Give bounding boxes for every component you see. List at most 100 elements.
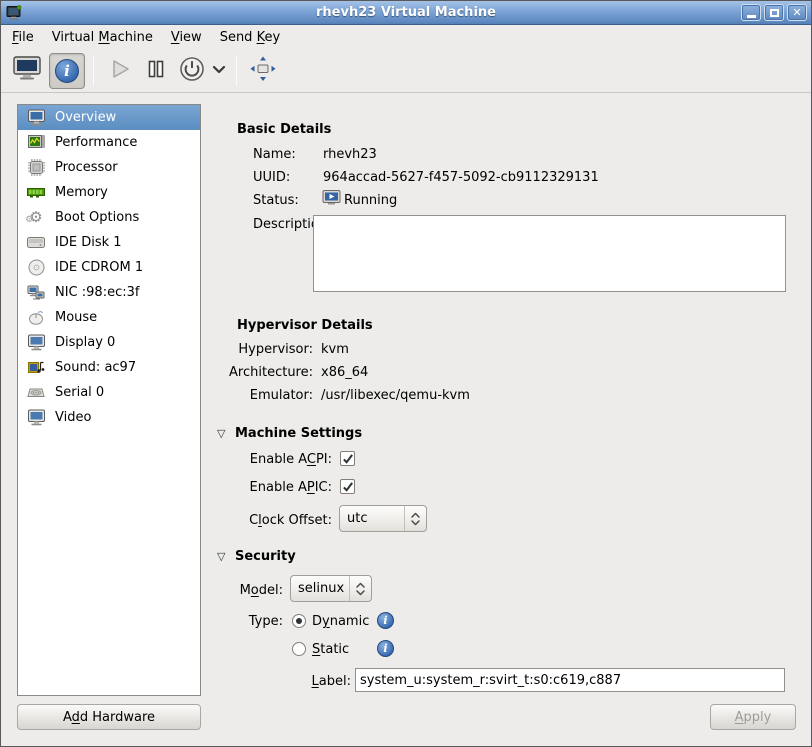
console-monitor-icon <box>12 56 42 85</box>
dynamic-info-icon[interactable]: i <box>377 612 394 629</box>
pause-icon <box>145 58 167 84</box>
sidebar-item-mouse[interactable]: Mouse <box>18 305 200 330</box>
security-model-value: selinux <box>291 581 349 596</box>
pause-button[interactable] <box>138 53 174 89</box>
sidebar-item-ide-cdrom-1[interactable]: IDE CDROM 1 <box>18 255 200 280</box>
hypervisor-label: Hypervisor: <box>229 341 313 358</box>
add-hardware-button[interactable]: Add Hardware <box>17 704 201 730</box>
clock-offset-value: utc <box>340 511 404 526</box>
add-hardware-label: Add Hardware <box>63 710 155 725</box>
spinner-arrows-icon <box>349 576 371 601</box>
status-value: Running <box>344 192 397 209</box>
toolbar-separator <box>236 56 237 86</box>
architecture-value: x86_64 <box>321 364 368 381</box>
minimize-button[interactable] <box>741 4 761 21</box>
sidebar-item-boot-options[interactable]: ⚙⚙ Boot Options <box>18 205 200 230</box>
titlebar[interactable]: rhevh23 Virtual Machine ✕ <box>1 1 811 25</box>
sidebar-item-ide-disk-1[interactable]: IDE Disk 1 <box>18 230 200 255</box>
chevron-down-icon <box>212 63 226 78</box>
window-title: rhevh23 Virtual Machine <box>1 5 811 20</box>
expander-open-icon[interactable]: ▽ <box>217 427 225 441</box>
fullscreen-arrows-icon <box>249 55 277 86</box>
sidebar-item-overview[interactable]: Overview <box>18 105 200 130</box>
enable-apic-label: Enable APIC: <box>211 479 332 496</box>
toolbar-separator <box>93 56 94 86</box>
apply-button[interactable]: Apply <box>710 704 796 730</box>
sidebar-item-label: IDE Disk 1 <box>55 235 122 250</box>
sidebar-item-label: IDE CDROM 1 <box>55 260 143 275</box>
info-icon: i <box>55 59 79 83</box>
security-model-combobox[interactable]: selinux <box>290 575 372 602</box>
menu-send-key[interactable]: Send Key <box>211 27 289 48</box>
sidebar-item-sound[interactable]: Sound: ac97 <box>18 355 200 380</box>
sidebar-item-memory[interactable]: Memory <box>18 180 200 205</box>
monitor-icon <box>24 109 48 126</box>
description-textarea[interactable] <box>313 215 786 292</box>
name-label: Name: <box>253 146 296 163</box>
expander-open-icon[interactable]: ▽ <box>217 550 225 564</box>
hypervisor-details-header: Hypervisor Details <box>237 318 373 333</box>
network-card-icon <box>24 285 48 301</box>
architecture-label: Architecture: <box>229 364 313 381</box>
apic-checkbox[interactable] <box>340 479 355 494</box>
shutdown-menu-arrow[interactable] <box>210 53 228 89</box>
sidebar-item-video[interactable]: Video <box>18 405 200 430</box>
details-button[interactable]: i <box>49 53 85 89</box>
gears-icon: ⚙⚙ <box>24 210 48 225</box>
checkmark-icon <box>342 453 354 465</box>
fullscreen-button[interactable] <box>245 53 281 89</box>
hardware-list: Overview Performance Processor Memory ⚙⚙… <box>17 104 201 696</box>
minimize-icon <box>747 15 756 18</box>
dynamic-radio[interactable] <box>292 614 306 628</box>
sidebar-item-label: Serial 0 <box>55 385 104 400</box>
menu-virtual-machine[interactable]: Virtual Machine <box>43 27 162 48</box>
menu-view[interactable]: View <box>162 27 211 48</box>
running-vm-icon <box>322 190 341 210</box>
console-button[interactable] <box>9 53 45 89</box>
hard-disk-icon <box>24 236 48 249</box>
shutdown-button[interactable] <box>174 53 210 89</box>
sidebar-item-label: Memory <box>55 185 108 200</box>
sidebar-item-serial-0[interactable]: Serial 0 <box>18 380 200 405</box>
sidebar-item-label: Mouse <box>55 310 97 325</box>
uuid-label: UUID: <box>253 169 290 186</box>
static-radio[interactable] <box>292 642 306 656</box>
cdrom-disc-icon <box>24 259 48 276</box>
machine-settings-header: Machine Settings <box>235 426 362 441</box>
serial-device-icon <box>24 387 48 399</box>
spinner-arrows-icon <box>404 506 426 531</box>
menu-file[interactable]: File <box>3 27 43 48</box>
radio-dot <box>296 618 302 624</box>
name-value: rhevh23 <box>323 146 377 163</box>
status-label: Status: <box>253 192 299 209</box>
sidebar-item-label: NIC :98:ec:3f <box>55 285 139 300</box>
display-monitor-icon <box>24 334 48 351</box>
sidebar-item-label: Processor <box>55 160 118 175</box>
hypervisor-value: kvm <box>321 341 349 358</box>
maximize-button[interactable] <box>764 4 784 21</box>
apply-label: Apply <box>735 710 772 725</box>
sidebar-item-label: Video <box>55 410 91 425</box>
sidebar-item-label: Overview <box>55 110 116 125</box>
clock-offset-combobox[interactable]: utc <box>339 505 427 532</box>
sidebar-item-performance[interactable]: Performance <box>18 130 200 155</box>
run-button[interactable] <box>102 53 138 89</box>
close-button[interactable]: ✕ <box>787 4 807 21</box>
security-header: Security <box>235 549 296 564</box>
security-label-input[interactable] <box>355 668 785 692</box>
sidebar-item-processor[interactable]: Processor <box>18 155 200 180</box>
cpu-chip-icon <box>24 159 48 176</box>
ram-icon <box>24 186 48 199</box>
emulator-label: Emulator: <box>229 387 313 404</box>
label-label: Label: <box>237 673 351 690</box>
static-info-icon[interactable]: i <box>377 640 394 657</box>
sound-card-icon <box>24 360 48 375</box>
performance-chart-icon <box>24 135 48 150</box>
acpi-checkbox[interactable] <box>340 451 355 466</box>
menubar: File Virtual Machine View Send Key <box>1 26 811 49</box>
toolbar: i <box>1 49 811 93</box>
sidebar-item-nic[interactable]: NIC :98:ec:3f <box>18 280 200 305</box>
sidebar-item-display-0[interactable]: Display 0 <box>18 330 200 355</box>
dynamic-label: Dynamic <box>312 613 369 630</box>
close-icon: ✕ <box>792 7 801 18</box>
